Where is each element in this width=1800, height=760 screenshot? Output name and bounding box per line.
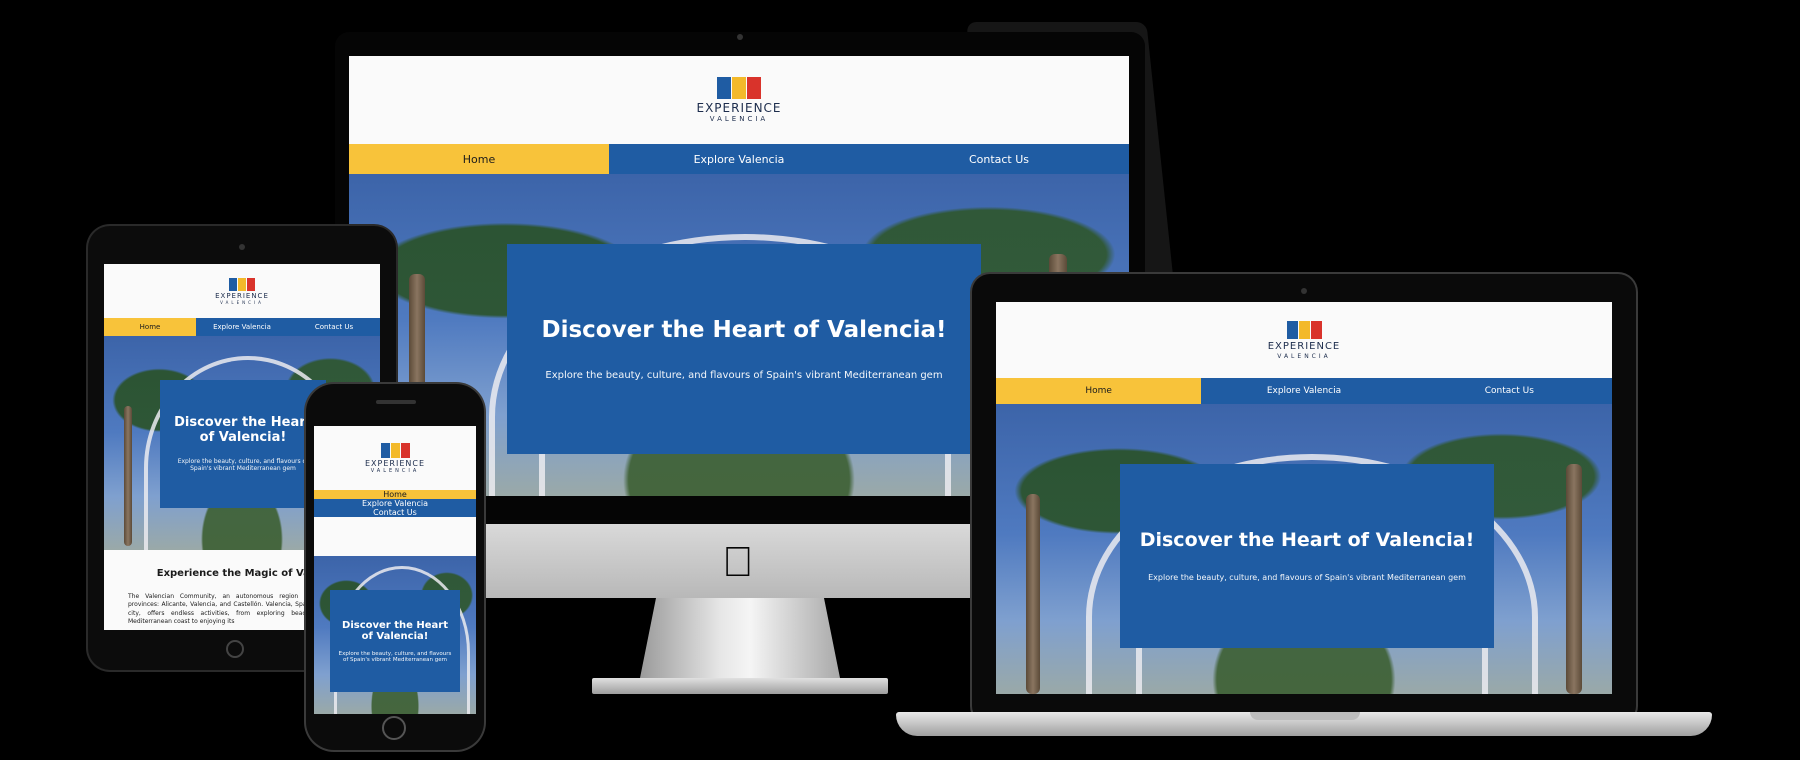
hero-subtitle: Explore the beauty, culture, and flavour… <box>545 369 943 381</box>
nav-bar: Home Explore Valencia Contact Us <box>996 378 1612 404</box>
logo-icon <box>1286 320 1322 339</box>
hero-title: Discover the Heart of Valencia! <box>541 317 947 344</box>
logo-subtitle: VALENCIA <box>709 115 769 123</box>
hero-card: Discover the Heart of Valencia! Explore … <box>1120 464 1494 648</box>
logo-subtitle: VALENCIA <box>1277 352 1331 360</box>
hero-title: Discover the Heart of Valencia! <box>1139 528 1475 551</box>
site-header: EXPERIENCE VALENCIA <box>104 264 380 318</box>
hero-title: Discover the Heart of Valencia! <box>342 619 448 643</box>
site-header: EXPERIENCE VALENCIA <box>314 426 476 490</box>
nav-explore-valencia[interactable]: Explore Valencia <box>1201 378 1407 404</box>
laptop-site: EXPERIENCE VALENCIA Home Explore Valenci… <box>996 302 1612 694</box>
nav-explore-valencia[interactable]: Explore Valencia <box>196 318 288 336</box>
nav-explore-valencia[interactable]: Explore Valencia <box>314 499 476 508</box>
logo-subtitle: VALENCIA <box>220 299 264 305</box>
hero-card: Discover the Heart of Valencia! Explore … <box>507 244 981 454</box>
hero-title: Discover the Heart of Valencia! <box>174 415 312 445</box>
hero-card: Discover the Heart of Valencia! Explore … <box>160 380 326 508</box>
nav-explore-valencia[interactable]: Explore Valencia <box>609 144 869 174</box>
camera-icon <box>1301 288 1307 294</box>
imac-foot <box>592 678 888 694</box>
site-header: EXPERIENCE VALENCIA <box>996 302 1612 378</box>
logo-icon <box>229 277 255 291</box>
nav-home[interactable]: Home <box>314 490 476 499</box>
logo-icon <box>380 442 410 458</box>
logo-title: EXPERIENCE <box>364 458 425 468</box>
logo-subtitle: VALENCIA <box>370 467 420 474</box>
logo-title: EXPERIENCE <box>1267 340 1341 352</box>
phone-site: EXPERIENCE VALENCIA Home Explore Valenci… <box>314 426 476 714</box>
nav-home[interactable]: Home <box>349 144 609 174</box>
hero-subtitle: Explore the beauty, culture, and flavour… <box>177 457 309 472</box>
nav-home[interactable]: Home <box>104 318 196 336</box>
nav-contact-us[interactable]: Contact Us <box>1406 378 1612 404</box>
hero-image: Discover the Heart of Valencia! Explore … <box>314 556 476 714</box>
laptop-lid: EXPERIENCE VALENCIA Home Explore Valenci… <box>972 274 1636 724</box>
hero-image: Discover the Heart of Valencia! Explore … <box>996 404 1612 694</box>
phone-speaker <box>376 400 416 404</box>
home-button-icon[interactable] <box>382 716 406 740</box>
nav-contact-us[interactable]: Contact Us <box>288 318 380 336</box>
laptop-notch <box>1250 712 1360 720</box>
phone-frame: EXPERIENCE VALENCIA Home Explore Valenci… <box>306 384 484 750</box>
apple-logo-icon:  <box>714 536 762 588</box>
hero-subtitle: Explore the beauty, culture, and flavour… <box>1148 573 1466 583</box>
nav-bar: Home Explore Valencia Contact Us <box>314 490 476 517</box>
nav-contact-us[interactable]: Contact Us <box>314 508 476 517</box>
hero-subtitle: Explore the beauty, culture, and flavour… <box>338 650 452 663</box>
imac-stand <box>640 598 840 678</box>
home-button-icon[interactable] <box>226 640 244 658</box>
logo-icon <box>717 77 761 99</box>
nav-bar: Home Explore Valencia Contact Us <box>349 144 1129 174</box>
nav-bar: Home Explore Valencia Contact Us <box>104 318 380 336</box>
site-header: EXPERIENCE VALENCIA <box>349 56 1129 144</box>
camera-icon <box>737 34 743 40</box>
hero-card: Discover the Heart of Valencia! Explore … <box>330 590 460 692</box>
nav-home[interactable]: Home <box>996 378 1202 404</box>
camera-icon <box>239 244 245 250</box>
logo-title: EXPERIENCE <box>696 101 782 115</box>
nav-contact-us[interactable]: Contact Us <box>869 144 1129 174</box>
logo-title: EXPERIENCE <box>215 291 269 300</box>
